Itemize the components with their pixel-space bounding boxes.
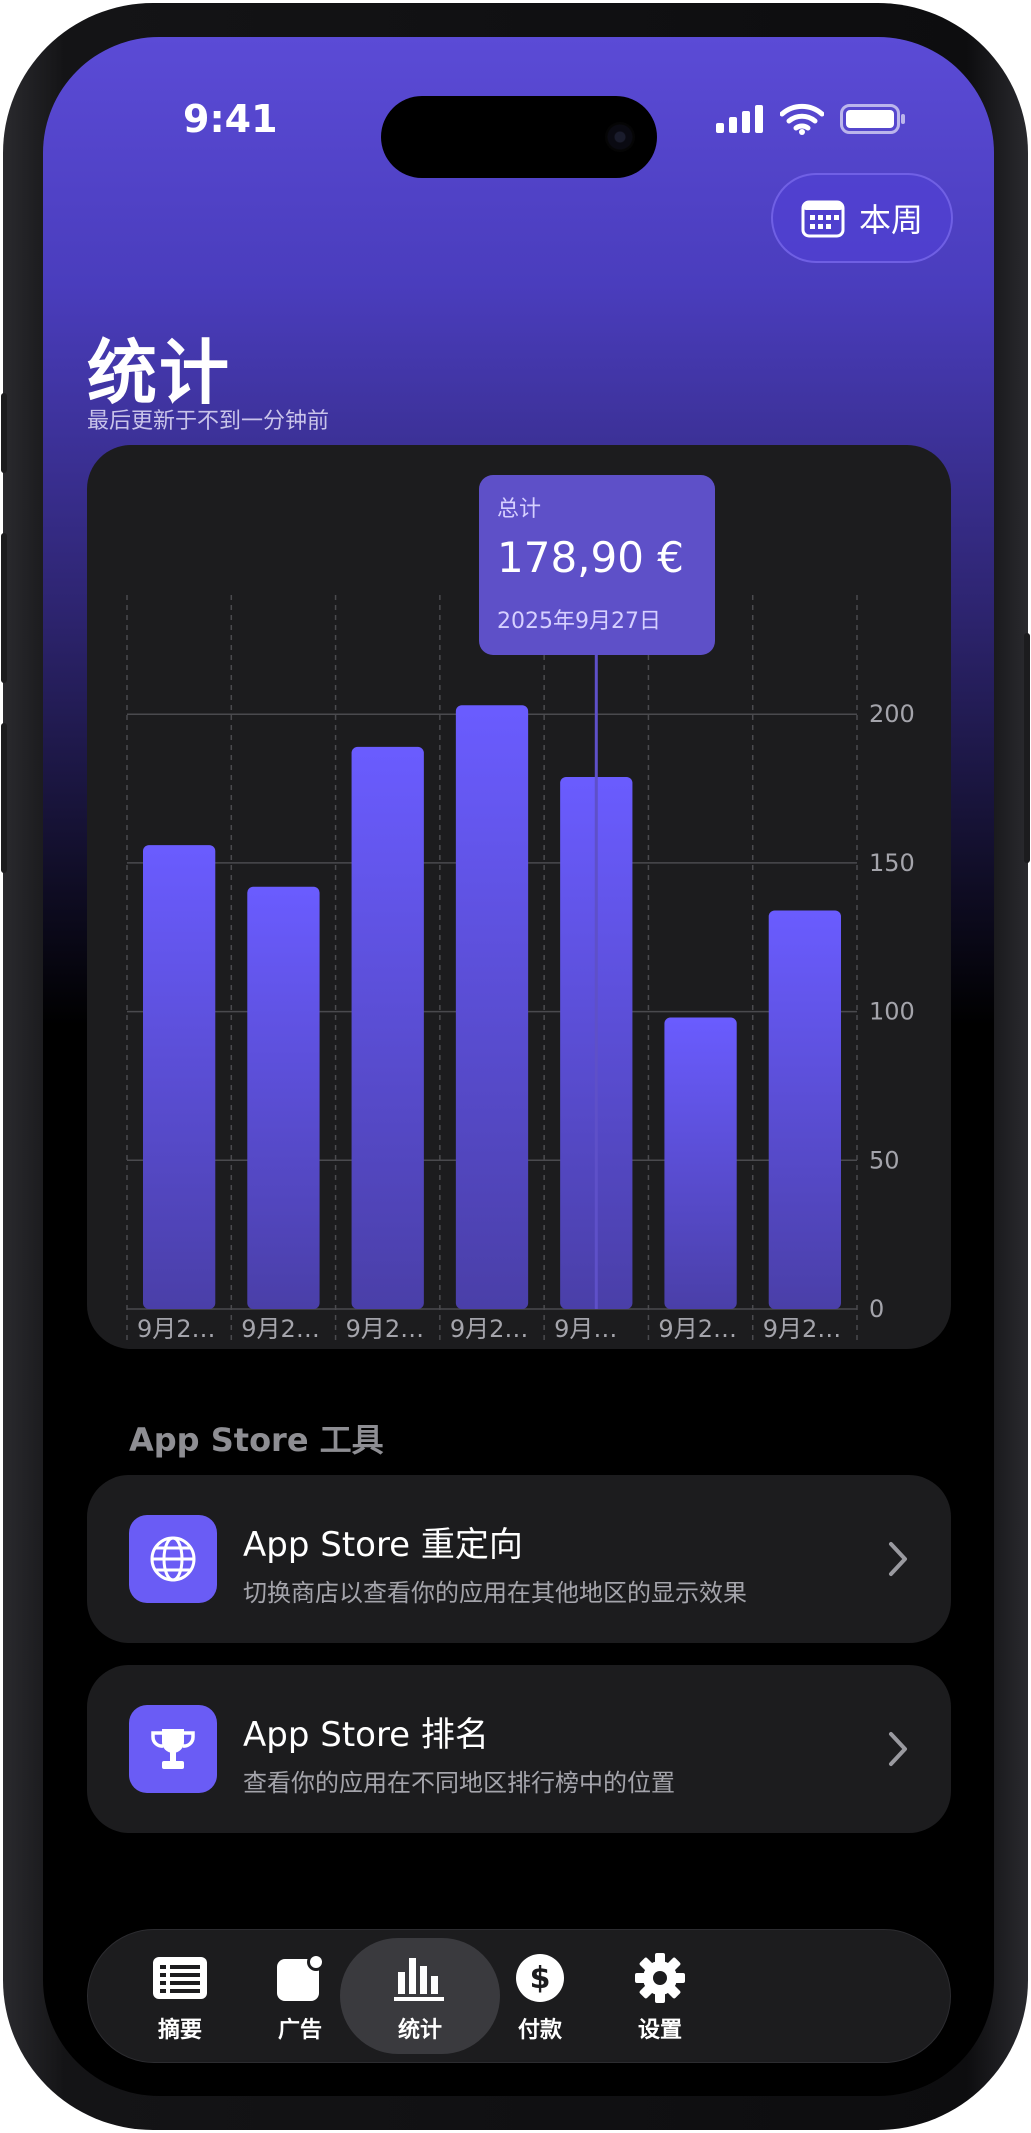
camera-icon — [605, 122, 635, 152]
status-bar: 9:41 — [43, 96, 994, 178]
period-label: 本周 — [858, 201, 923, 239]
tab-label: 摘要 — [157, 2018, 202, 2043]
globe-icon — [129, 1515, 217, 1603]
chart-tooltip: 总计 178,90 € 2025年9月27日 — [479, 475, 715, 655]
y-tick-label: 100 — [869, 998, 915, 1026]
x-tick-label: 9月2… — [450, 1315, 529, 1343]
chart-bar — [455, 705, 529, 1309]
tooltip-date: 2025年9月27日 — [497, 609, 661, 634]
calendar-icon — [801, 200, 845, 238]
tab-label: 设置 — [637, 2018, 682, 2043]
status-icons — [716, 103, 906, 135]
tab-label: 统计 — [397, 2018, 442, 2043]
app-store-ranking-card[interactable]: App Store 排名 查看你的应用在不同地区排行榜中的位置 — [87, 1665, 951, 1833]
gear-icon — [633, 1952, 687, 2004]
period-selector-button[interactable]: 本周 — [771, 173, 953, 263]
app-store-redirect-card[interactable]: App Store 重定向 切换商店以查看你的应用在其他地区的显示效果 — [87, 1475, 951, 1643]
y-tick-label: 0 — [869, 1295, 884, 1323]
tool-title: App Store 排名 — [243, 1715, 489, 1755]
tooltip-value: 178,90 € — [497, 533, 685, 582]
tab-settings[interactable]: 设置 — [580, 1930, 740, 2062]
battery-icon — [840, 104, 905, 134]
y-tick-label: 200 — [869, 700, 915, 728]
tab-label: 付款 — [517, 2018, 562, 2043]
tooltip-label: 总计 — [497, 497, 542, 522]
x-tick-label: 9月… — [554, 1315, 617, 1343]
trophy-icon — [129, 1705, 217, 1793]
chevron-right-icon — [889, 1732, 907, 1766]
chart-bar — [351, 746, 424, 1309]
volume-up-button — [1, 533, 7, 683]
x-tick-label: 9月2… — [346, 1315, 425, 1343]
section-title-tools: App Store 工具 — [129, 1421, 384, 1459]
silent-switch — [1, 393, 7, 473]
tab-bar: 摘要 广告 统计 $ 付款 设置 — [87, 1929, 951, 2063]
svg-text:$: $ — [530, 1961, 551, 1996]
dollar-icon: $ — [514, 1952, 566, 2004]
tool-subtitle: 切换商店以查看你的应用在其他地区的显示效果 — [243, 1579, 747, 1607]
wifi-icon — [780, 103, 824, 135]
cellular-signal-icon — [716, 105, 763, 133]
chart-bar — [247, 886, 320, 1309]
tool-subtitle: 查看你的应用在不同地区排行榜中的位置 — [243, 1769, 675, 1797]
bar-chart-icon — [392, 1952, 448, 2004]
x-tick-label: 9月2… — [763, 1315, 842, 1343]
power-button — [1024, 633, 1030, 863]
chevron-right-icon — [889, 1542, 907, 1576]
y-tick-label: 150 — [869, 849, 915, 877]
volume-down-button — [1, 723, 7, 873]
status-time: 9:41 — [183, 97, 278, 141]
list-icon — [152, 1952, 208, 2004]
x-tick-label: 9月2… — [241, 1315, 320, 1343]
ad-icon — [274, 1952, 326, 2004]
x-tick-label: 9月2… — [658, 1315, 737, 1343]
last-updated-text: 最后更新于不到一分钟前 — [87, 409, 330, 434]
phone-frame: 9:41 本周 统计 最后更新于不到一分钟前 0 50 100 150 200 … — [1, 3, 1030, 2130]
x-tick-label: 9月2… — [137, 1315, 216, 1343]
tool-title: App Store 重定向 — [243, 1525, 523, 1565]
tab-label: 广告 — [277, 2018, 322, 2043]
app-screen: 9:41 本周 统计 最后更新于不到一分钟前 0 50 100 150 200 … — [43, 37, 994, 2096]
chart-bar — [664, 1017, 737, 1309]
chart-bar — [768, 910, 841, 1309]
dynamic-island — [381, 96, 657, 178]
y-tick-label: 50 — [869, 1146, 900, 1174]
chart-bar — [143, 845, 216, 1309]
